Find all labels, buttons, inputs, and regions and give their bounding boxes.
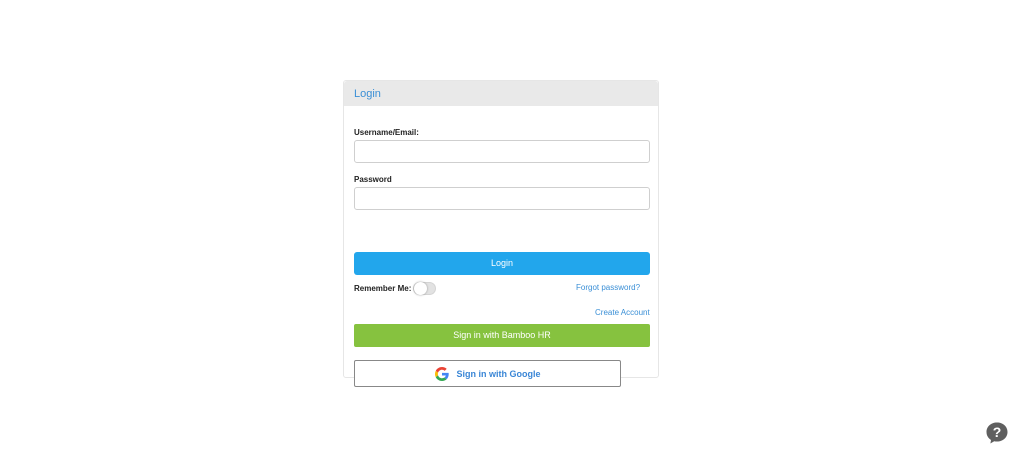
password-input[interactable] (354, 187, 650, 210)
login-card: Login Username/Email: Password Login Rem… (343, 80, 659, 387)
bamboo-hr-signin-button[interactable]: Sign in with Bamboo HR (354, 324, 650, 347)
google-signin-button[interactable]: Sign in with Google (354, 360, 621, 387)
login-title: Login (354, 88, 381, 100)
username-input[interactable] (354, 140, 650, 163)
remember-me-label: Remember Me: (354, 283, 412, 293)
help-button[interactable]: ? (985, 421, 1009, 445)
google-signin-label: Sign in with Google (456, 368, 541, 379)
remember-me-toggle[interactable] (413, 281, 437, 295)
create-account-link[interactable]: Create Account (595, 308, 650, 317)
login-card-header: Login (344, 81, 658, 106)
forgot-password-link[interactable]: Forgot password? (576, 283, 640, 292)
username-label: Username/Email: (354, 128, 419, 137)
google-icon (434, 366, 449, 381)
svg-text:?: ? (993, 424, 1002, 440)
password-label: Password (354, 175, 392, 184)
help-question-icon: ? (986, 422, 1008, 444)
toggle-knob (414, 281, 428, 295)
remember-me: Remember Me: (354, 280, 437, 296)
login-button[interactable]: Login (354, 252, 650, 275)
